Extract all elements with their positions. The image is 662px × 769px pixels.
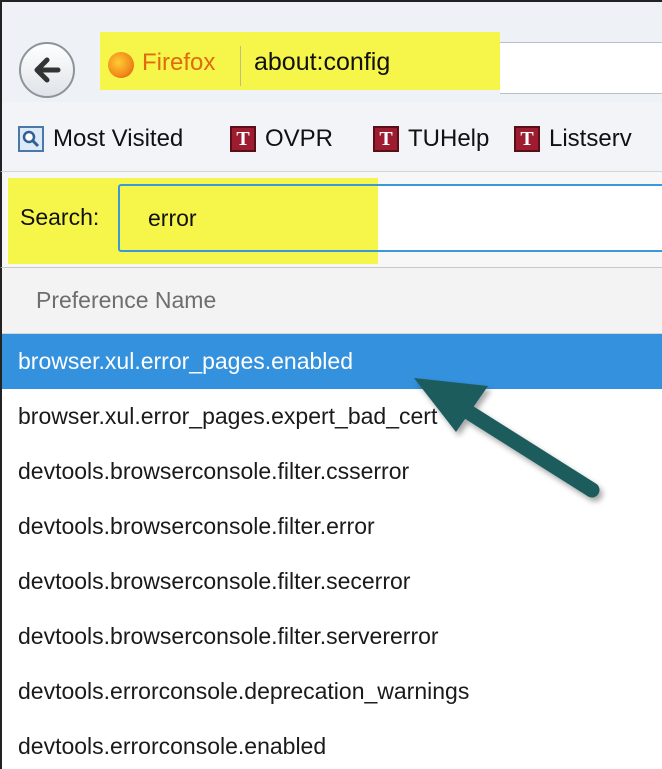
preference-rows: browser.xul.error_pages.enabled browser.x… [2, 334, 662, 769]
table-row[interactable]: devtools.browserconsole.filter.csserror [2, 444, 662, 499]
table-row[interactable]: devtools.browserconsole.filter.secerror [2, 554, 662, 609]
identity-label[interactable]: Firefox [142, 49, 215, 77]
preferences-table: Preference Name browser.xul.error_pages.… [0, 268, 662, 769]
table-row[interactable]: browser.xul.error_pages.expert_bad_cert [2, 389, 662, 444]
search-input[interactable] [118, 184, 662, 252]
bookmark-tuhelp[interactable]: T TUHelp [373, 124, 489, 154]
temple-t-icon: T [514, 126, 540, 152]
url-bar-remainder[interactable] [500, 42, 662, 94]
bookmark-label: TUHelp [408, 125, 490, 152]
search-row: Search: [0, 172, 662, 268]
bookmark-label: Listserv [549, 125, 632, 152]
temple-t-icon: T [373, 126, 399, 152]
bookmark-ovpr[interactable]: T OVPR [230, 124, 333, 154]
most-visited-icon [18, 126, 44, 152]
navigation-bar: Firefox about:config [0, 0, 662, 102]
firefox-icon [108, 52, 134, 78]
column-header-preference-name[interactable]: Preference Name [2, 268, 662, 334]
bookmark-most-visited[interactable]: Most Visited [18, 124, 183, 154]
identity-divider [240, 46, 241, 86]
temple-t-icon: T [230, 126, 256, 152]
url-bar[interactable]: about:config [254, 48, 390, 77]
browser-window: Firefox about:config Most Visited T OVPR… [0, 0, 662, 769]
table-row[interactable]: devtools.errorconsole.deprecation_warnin… [2, 664, 662, 719]
back-button[interactable] [19, 42, 75, 98]
back-arrow-icon [34, 57, 61, 83]
table-row[interactable]: browser.xul.error_pages.enabled [2, 334, 662, 389]
bookmark-label: OVPR [265, 125, 334, 152]
search-label: Search: [20, 204, 100, 230]
bookmark-listserv[interactable]: T Listserv [514, 124, 632, 154]
bookmarks-toolbar: Most Visited T OVPR T TUHelp T Listserv [0, 102, 662, 172]
table-row[interactable]: devtools.browserconsole.filter.servererr… [2, 609, 662, 664]
table-row[interactable]: devtools.browserconsole.filter.error [2, 499, 662, 554]
bookmark-label: Most Visited [53, 125, 184, 152]
table-row[interactable]: devtools.errorconsole.enabled [2, 719, 662, 769]
